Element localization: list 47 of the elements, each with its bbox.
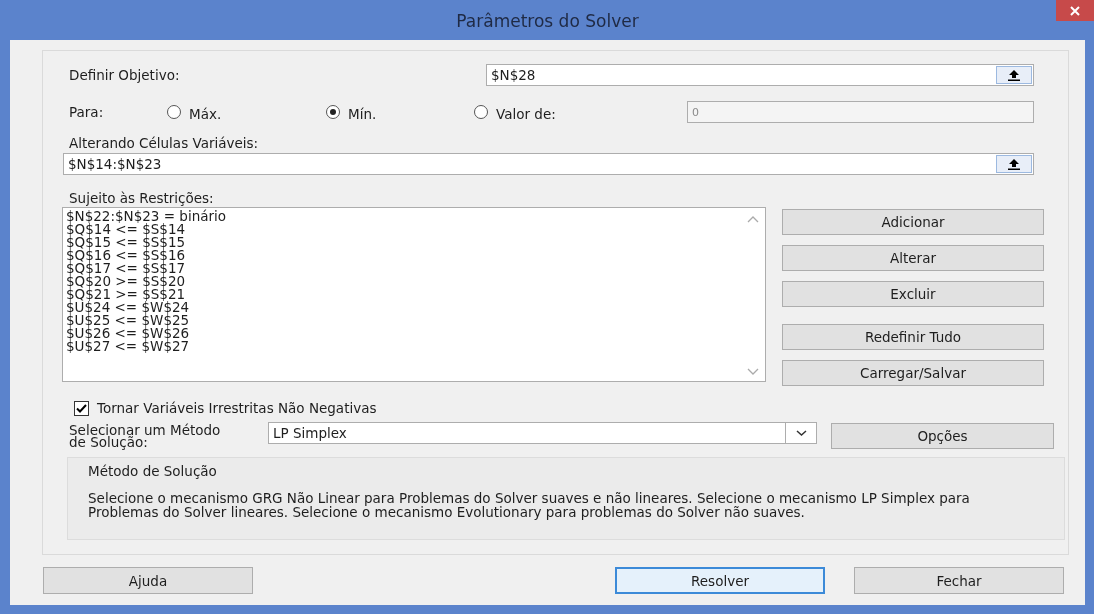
constraint-item[interactable]: $U$26 <= $W$26 xyxy=(66,327,765,340)
radio-label: Máx. xyxy=(189,105,222,122)
constraint-item[interactable]: $Q$15 <= $S$15 xyxy=(66,236,765,249)
description-title: Método de Solução xyxy=(88,463,218,479)
field-label: Para: xyxy=(69,104,105,120)
radio-button[interactable] xyxy=(474,105,488,119)
radio-label: Mín. xyxy=(348,105,377,122)
constraint-item[interactable]: $Q$14 <= $S$14 xyxy=(66,223,765,236)
action-button[interactable]: Carregar/Salvar xyxy=(782,360,1044,386)
options-button[interactable]: Opções xyxy=(831,423,1054,449)
caret-icon xyxy=(795,430,807,436)
checkbox[interactable] xyxy=(74,400,89,416)
checkbox-label: Tornar Variáveis Irrestritas Não Negativas xyxy=(97,400,377,416)
radio-button[interactable] xyxy=(326,105,340,119)
field-label: Sujeito às Restrições: xyxy=(69,190,215,208)
action-button[interactable]: Adicionar xyxy=(782,209,1044,235)
action-button[interactable]: Redefinir Tudo xyxy=(782,324,1044,350)
close-icon xyxy=(1070,5,1080,16)
description-text: Selecione o mecanismo GRG Não Linear para Problemas do Solver suaves e não lineares. Selecione o mecanismo LP Simplex para Problemas do Solver lineares. Selecione o mecanismo Evolutionary para problemas do Solver não suaves. xyxy=(88,491,971,519)
objective-field[interactable]: $N$28 xyxy=(486,64,1034,86)
field-label: Selecionar um Método de Solução: xyxy=(69,424,222,448)
dialog-button[interactable]: Resolver xyxy=(615,567,825,594)
constraint-item[interactable]: $Q$17 <= $S$17 xyxy=(66,262,765,275)
method-select[interactable]: LP Simplex xyxy=(268,422,817,444)
collapse-button[interactable] xyxy=(996,155,1032,173)
dialog-button[interactable]: Fechar xyxy=(854,567,1064,594)
dialog-button[interactable]: Ajuda xyxy=(43,567,253,594)
window-title: Parâmetros do Solver xyxy=(456,11,639,31)
constraint-item[interactable]: $U$24 <= $W$24 xyxy=(66,301,765,314)
upload-arrow-icon xyxy=(1008,69,1020,81)
action-button[interactable]: Excluir xyxy=(782,281,1044,307)
field-label: Definir Objetivo: xyxy=(69,67,181,83)
constraint-item[interactable]: $N$22:$N$23 = binário xyxy=(66,210,765,223)
collapse-button[interactable] xyxy=(996,66,1032,84)
constraint-item[interactable]: $U$27 <= $W$27 xyxy=(66,340,765,353)
field-label: Alterando Células Variáveis: xyxy=(69,135,260,153)
constraint-item[interactable]: $U$25 <= $W$25 xyxy=(66,314,765,327)
close-button[interactable] xyxy=(1056,0,1094,21)
constraint-item[interactable]: $Q$20 >= $S$20 xyxy=(66,275,765,288)
upload-arrow-icon xyxy=(1008,158,1020,170)
variables-field[interactable]: $N$14:$N$23 xyxy=(63,153,1034,175)
constraint-item[interactable]: $Q$16 <= $S$16 xyxy=(66,249,765,262)
radio-button[interactable] xyxy=(167,105,181,119)
action-button[interactable]: Alterar xyxy=(782,245,1044,271)
constraints-list[interactable]: $N$22:$N$23 = binário $Q$14 <= $S$14 $Q$15 <= $S$15 $Q$16 <= $S$16 $Q$17 <= $S$17 $Q$20 >= $S$20 $Q$21 >= $S$21 $U$24 <= $W$24 $U$25 <= $W$25 $U$26 <= $W$26 $U$27 <= $W$27 xyxy=(62,207,766,382)
constraint-item[interactable]: $Q$21 >= $S$21 xyxy=(66,288,765,301)
radio-label: Valor de: xyxy=(496,105,556,122)
